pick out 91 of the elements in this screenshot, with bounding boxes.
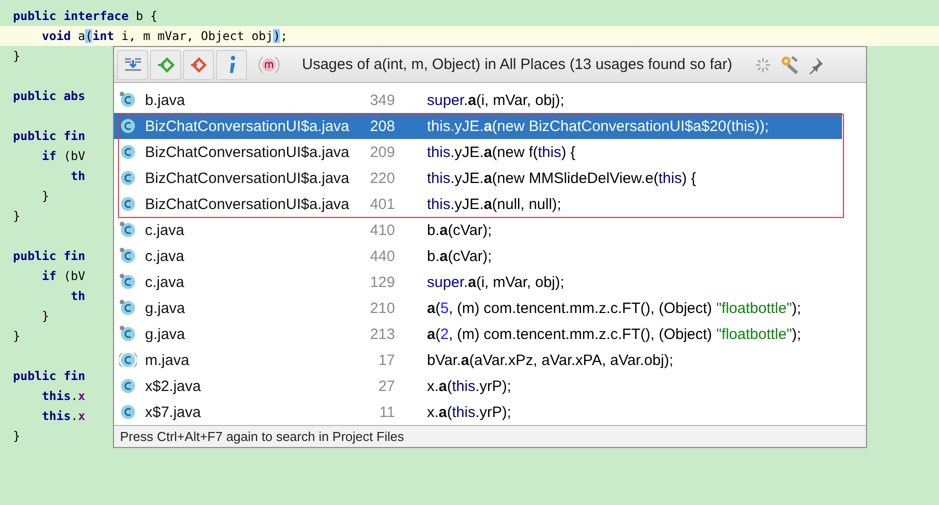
- usage-code: this.yJE.a(new MMSlideDelView.e(this) {: [427, 170, 696, 186]
- class-icon: [119, 403, 137, 421]
- line-number: 209: [368, 144, 395, 160]
- class-icon: [119, 117, 137, 135]
- line-number: 410: [368, 222, 395, 238]
- previous-occurrence-icon[interactable]: [150, 50, 181, 80]
- method-icon: [258, 54, 280, 74]
- usage-code: x.a(this.yrP);: [427, 378, 512, 394]
- code-line: th: [70, 289, 86, 303]
- line-number: 349: [368, 92, 395, 108]
- file-name: g.java: [145, 300, 186, 316]
- code-line: }: [40, 309, 50, 323]
- file-name: b.java: [145, 92, 186, 108]
- usage-code: this.yJE.a(new f(this) {: [427, 144, 576, 160]
- line-number: 17: [377, 352, 395, 368]
- expand-all-icon[interactable]: [117, 50, 148, 80]
- code-line: }: [40, 189, 50, 203]
- line-number: 220: [368, 170, 395, 186]
- popup-title: Usages of a(int, m, Object) in All Places (13 usages found so far): [302, 56, 732, 73]
- class-icon: [119, 325, 137, 343]
- code-line: public interface b {: [13, 9, 158, 23]
- file-name: c.java: [145, 274, 186, 290]
- usage-code: b.a(cVar);: [427, 248, 492, 264]
- line-number: 27: [377, 378, 395, 394]
- usage-code: this.yJE.a(null, null);: [427, 196, 562, 212]
- file-name: m.java: [145, 352, 190, 368]
- file-name: g.java: [145, 326, 186, 342]
- code-line: this.x: [40, 389, 86, 403]
- class-icon: [119, 377, 137, 395]
- usage-row[interactable]: BizChatConversationUI$a.java 220 this.yJE.a(new MMSlideDelView.e(this) {: [114, 165, 842, 191]
- class-icon: [119, 299, 137, 317]
- class-icon: [119, 91, 137, 109]
- file-name: BizChatConversationUI$a.java: [145, 170, 350, 186]
- code-line: }: [13, 49, 20, 63]
- line-number: 208: [368, 118, 395, 134]
- code-line: void a(int i, m mVar, Object obj);: [40, 29, 288, 43]
- usage-row[interactable]: x$2.java 27 x.a(this.yrP);: [114, 373, 842, 399]
- file-name: x$7.java: [145, 404, 202, 420]
- code-line: }: [13, 209, 20, 223]
- file-name: BizChatConversationUI$a.java: [145, 144, 350, 160]
- code-line: if (bV: [40, 149, 86, 163]
- line-number: 213: [368, 326, 395, 342]
- usage-code: a(2, (m) com.tencent.mm.z.c.FT(), (Object) "floatbottle");: [427, 326, 802, 342]
- line-number: 440: [368, 248, 395, 264]
- class-icon: [119, 273, 137, 291]
- line-number: 11: [378, 404, 395, 420]
- usage-row[interactable]: g.java 210 a(5, (m) com.tencent.mm.z.c.FT(), (Object) "floatbottle");: [114, 295, 842, 321]
- usage-code: bVar.a(aVar.xPz, aVar.xPA, aVar.obj);: [427, 352, 674, 368]
- info-icon[interactable]: [216, 50, 247, 80]
- class-icon: [119, 247, 137, 265]
- abstract-class-icon: [119, 351, 137, 369]
- class-icon: [119, 195, 137, 213]
- class-icon: [119, 221, 137, 239]
- usage-row[interactable]: m.java 17 bVar.a(aVar.xPz, aVar.xPA, aVar.obj);: [114, 347, 842, 373]
- usage-row[interactable]: x$7.java 11 x.a(this.yrP);: [114, 399, 842, 425]
- usage-row[interactable]: b.java 349 super.a(i, mVar, obj);: [114, 87, 842, 113]
- code-line: public fin: [13, 129, 86, 143]
- line-number: 129: [368, 274, 395, 290]
- status-hint: Press Ctrl+Alt+F7 again to search in Project Files: [114, 425, 866, 447]
- usage-row[interactable]: g.java 213 a(2, (m) com.tencent.mm.z.c.FT(), (Object) "floatbottle");: [114, 321, 842, 347]
- usage-code: super.a(i, mVar, obj);: [427, 274, 564, 290]
- usage-code: super.a(i, mVar, obj);: [427, 92, 564, 108]
- code-line: public fin: [13, 249, 86, 263]
- code-line: }: [13, 329, 20, 343]
- usage-row[interactable]: BizChatConversationUI$a.java 208 this.yJE.a(new BizChatConversationUI$a$20(this));: [114, 113, 842, 139]
- file-name: c.java: [145, 248, 186, 264]
- code-line: }: [13, 429, 20, 443]
- usage-row[interactable]: c.java 440 b.a(cVar);: [114, 243, 842, 269]
- code-line: if (bV: [40, 269, 86, 283]
- usage-code: a(5, (m) com.tencent.mm.z.c.FT(), (Object) "floatbottle");: [427, 300, 802, 316]
- code-line: public abs: [13, 89, 86, 103]
- class-icon: [119, 169, 137, 187]
- class-icon: [119, 143, 137, 161]
- code-line: public fin: [13, 369, 86, 383]
- usage-code: x.a(this.yrP);: [427, 404, 512, 420]
- file-name: c.java: [145, 222, 186, 238]
- spinner-icon: [754, 56, 772, 74]
- usage-row[interactable]: BizChatConversationUI$a.java 209 this.yJE.a(new f(this) {: [114, 139, 842, 165]
- usage-row[interactable]: BizChatConversationUI$a.java 401 this.yJE.a(null, null);: [114, 191, 842, 217]
- code-line: this.x: [40, 409, 86, 423]
- usage-row[interactable]: c.java 129 super.a(i, mVar, obj);: [114, 269, 842, 295]
- code-line: th: [70, 169, 86, 183]
- usage-code: this.yJE.a(new BizChatConversationUI$a$20(this));: [427, 118, 769, 134]
- line-number: 401: [368, 196, 395, 212]
- usage-row[interactable]: c.java 410 b.a(cVar);: [114, 217, 842, 243]
- line-number: 210: [368, 300, 395, 316]
- file-name: BizChatConversationUI$a.java: [145, 118, 350, 134]
- file-name: x$2.java: [145, 378, 202, 394]
- next-occurrence-icon[interactable]: [183, 50, 214, 80]
- file-name: BizChatConversationUI$a.java: [145, 196, 350, 212]
- usage-code: b.a(cVar);: [427, 222, 492, 238]
